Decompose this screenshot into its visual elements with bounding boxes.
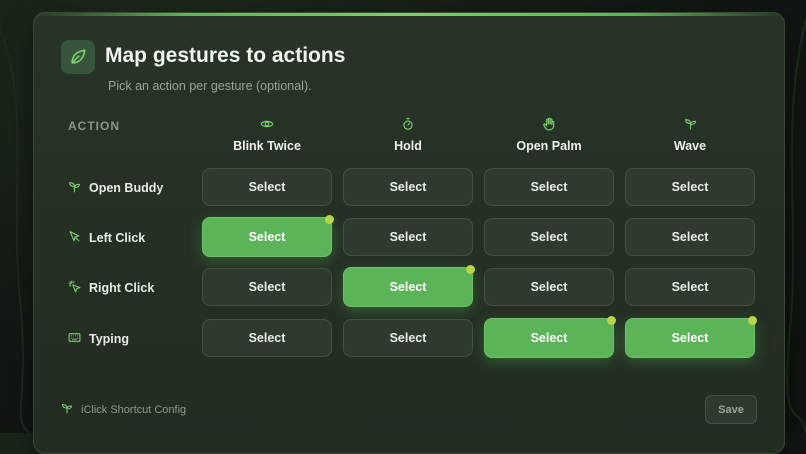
leaf-logo-icon	[61, 40, 95, 74]
sprout-icon	[61, 402, 73, 417]
timer-icon	[343, 117, 473, 133]
gesture-header-label: Wave	[673, 139, 707, 153]
selected-indicator-dot	[466, 265, 475, 274]
select-button-label: Select	[389, 280, 427, 294]
sprout-icon	[68, 180, 81, 196]
select-button-label: Select	[530, 280, 568, 294]
gesture-mapping-panel: Map gestures to actions Pick an action p…	[33, 12, 785, 454]
save-button[interactable]: Save	[705, 395, 757, 424]
select-button-label: Select	[671, 230, 709, 244]
action-label: Typing	[89, 332, 130, 346]
keyboard-icon	[68, 331, 81, 347]
footer-brand-label: iClick Shortcut Config	[81, 403, 187, 416]
action-label: Right Click	[89, 281, 155, 295]
select-button-label: Select	[248, 331, 286, 345]
gesture-header-label: Hold	[394, 139, 422, 153]
action-row-label: Typing	[68, 319, 129, 359]
action-column-header: ACTION	[68, 119, 120, 133]
select-button[interactable]: Select	[343, 168, 473, 206]
page-subtitle: Pick an action per gesture (optional).	[108, 79, 312, 93]
select-button-label: Select	[671, 180, 709, 194]
page-title: Map gestures to actions	[105, 44, 346, 67]
select-button[interactable]: Select	[343, 218, 473, 256]
select-button[interactable]: Select	[625, 268, 755, 306]
select-button[interactable]: Select	[625, 168, 755, 206]
action-row-label: Right Click	[68, 268, 154, 308]
sparkle-cursor-icon	[68, 280, 81, 296]
select-button[interactable]: Select	[202, 268, 332, 306]
select-button[interactable]: Select	[343, 265, 475, 307]
select-button-label: Select	[248, 180, 286, 194]
sprout-icon	[625, 117, 755, 133]
select-button-label: Select	[389, 180, 427, 194]
gesture-header-0: Blink Twice	[202, 117, 332, 155]
select-button[interactable]: Select	[202, 319, 332, 357]
action-label: Open Buddy	[89, 181, 164, 195]
select-button-label: Select	[248, 230, 286, 244]
selected-indicator-dot	[607, 316, 616, 325]
select-button[interactable]: Select	[343, 319, 473, 357]
select-button-label: Select	[389, 331, 427, 345]
eye-icon	[202, 117, 332, 133]
gesture-header-label: Open Palm	[516, 139, 582, 153]
select-button-label: Select	[671, 280, 709, 294]
select-button[interactable]: Select	[625, 218, 755, 256]
action-row-label: Left Click	[68, 218, 145, 258]
select-button[interactable]: Select	[202, 168, 332, 206]
action-row-label: Open Buddy	[68, 168, 163, 208]
cursor-icon	[68, 230, 81, 246]
footer-brand: iClick Shortcut Config	[61, 402, 186, 417]
select-button[interactable]: Select	[484, 168, 614, 206]
select-button[interactable]: Select	[484, 218, 614, 256]
select-button[interactable]: Select	[625, 316, 757, 358]
gesture-header-label: Blink Twice	[233, 139, 301, 153]
hand-icon	[484, 117, 614, 133]
gesture-header-3: Wave	[625, 117, 755, 155]
select-button-label: Select	[530, 180, 568, 194]
select-button-label: Select	[530, 230, 568, 244]
select-button-label: Select	[389, 230, 427, 244]
select-button-label: Select	[248, 280, 286, 294]
select-button-label: Select	[671, 331, 709, 345]
select-button-label: Select	[530, 331, 568, 345]
gesture-header-2: Open Palm	[484, 117, 614, 155]
select-button[interactable]: Select	[484, 268, 614, 306]
gesture-header-1: Hold	[343, 117, 473, 155]
selected-indicator-dot	[325, 215, 334, 224]
select-button[interactable]: Select	[202, 215, 334, 257]
select-button[interactable]: Select	[484, 316, 616, 358]
action-label: Left Click	[89, 231, 146, 245]
selected-indicator-dot	[748, 316, 757, 325]
accent-bar	[34, 13, 784, 16]
